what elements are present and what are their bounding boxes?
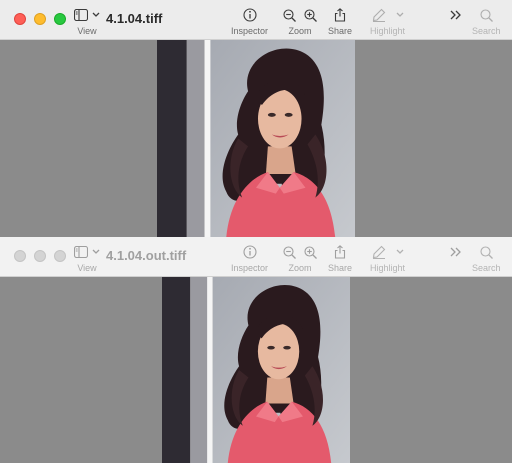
maximize-button[interactable]	[54, 250, 66, 262]
highlight-label: Highlight	[370, 263, 406, 273]
highlight-button[interactable]: Highlight	[370, 6, 405, 36]
more-toolbar-button[interactable]	[450, 243, 462, 261]
highlight-pen-icon	[372, 245, 385, 259]
share-label: Share	[328, 26, 353, 36]
highlight-label: Highlight	[370, 26, 406, 36]
share-label: Share	[328, 263, 353, 273]
preview-window-output: View 4.1.04.out.tiff Inspector Zoom Shar…	[0, 237, 512, 463]
share-button[interactable]: Share	[328, 6, 352, 36]
search-button[interactable]: Search	[472, 6, 501, 36]
image-canvas	[0, 40, 512, 237]
preview-window-original: View 4.1.04.tiff Inspector Zoom Share Hi…	[0, 0, 512, 237]
close-button[interactable]	[14, 250, 26, 262]
view-button[interactable]: View	[74, 6, 100, 36]
highlight-button[interactable]: Highlight	[370, 243, 405, 273]
zoom-in-icon[interactable]	[304, 245, 317, 259]
portrait-image	[157, 40, 355, 237]
view-label: View	[77, 263, 97, 273]
inspector-label: Inspector	[231, 263, 269, 273]
document-title: 4.1.04.tiff	[106, 11, 163, 26]
search-icon	[480, 245, 493, 259]
chevron-down-icon	[396, 249, 403, 254]
zoom-control[interactable]: Zoom	[283, 243, 317, 273]
share-icon	[334, 8, 346, 22]
inspector-button[interactable]: Inspector	[231, 243, 268, 273]
more-chevrons-icon	[450, 10, 461, 20]
zoom-label: Zoom	[288, 26, 312, 36]
info-icon	[242, 245, 257, 259]
zoom-control[interactable]: Zoom	[283, 6, 317, 36]
image-canvas	[0, 277, 512, 463]
search-button[interactable]: Search	[472, 243, 501, 273]
zoom-out-icon[interactable]	[283, 8, 296, 22]
portrait-image	[162, 277, 350, 463]
info-icon	[242, 8, 257, 22]
inspector-button[interactable]: Inspector	[231, 6, 268, 36]
inspector-label: Inspector	[231, 26, 269, 36]
share-button[interactable]: Share	[328, 243, 352, 273]
chevron-down-icon	[92, 12, 100, 17]
share-icon	[334, 245, 346, 259]
highlight-pen-icon	[372, 8, 385, 22]
document-title: 4.1.04.out.tiff	[106, 248, 187, 263]
window-toolbar: View 4.1.04.out.tiff Inspector Zoom Shar…	[0, 237, 512, 277]
sidebar-icon	[74, 246, 88, 258]
search-icon	[480, 8, 493, 22]
view-button[interactable]: View	[74, 243, 100, 273]
more-toolbar-button[interactable]	[450, 6, 462, 24]
close-button[interactable]	[14, 13, 26, 25]
maximize-button[interactable]	[54, 13, 66, 25]
zoom-label: Zoom	[288, 263, 312, 273]
minimize-button[interactable]	[34, 250, 46, 262]
chevron-down-icon	[396, 12, 403, 17]
zoom-in-icon[interactable]	[304, 8, 317, 22]
search-label: Search	[472, 26, 501, 36]
chevron-down-icon	[92, 249, 100, 254]
more-chevrons-icon	[450, 247, 461, 257]
sidebar-icon	[74, 9, 88, 21]
zoom-out-icon[interactable]	[283, 245, 296, 259]
search-label: Search	[472, 263, 501, 273]
traffic-lights	[14, 13, 66, 25]
window-toolbar: View 4.1.04.tiff Inspector Zoom Share Hi…	[0, 0, 512, 40]
view-label: View	[77, 26, 97, 36]
minimize-button[interactable]	[34, 13, 46, 25]
traffic-lights	[14, 250, 66, 262]
